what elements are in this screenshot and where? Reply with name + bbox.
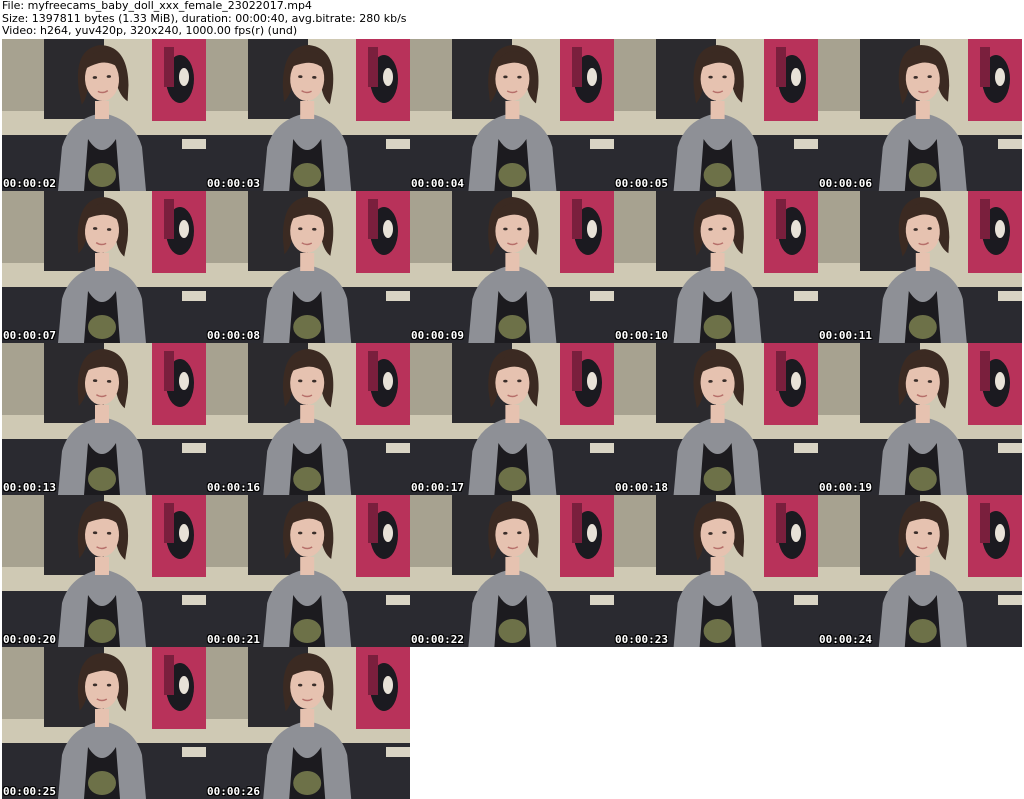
video-frame-thumbnail[interactable]: 00:00:25 bbox=[2, 647, 206, 799]
frame-image bbox=[206, 39, 410, 191]
frame-image bbox=[2, 39, 206, 191]
frame-image bbox=[818, 495, 1022, 647]
video-frame-thumbnail[interactable]: 00:00:10 bbox=[614, 191, 818, 343]
frame-image bbox=[410, 495, 614, 647]
frame-timestamp: 00:00:23 bbox=[615, 633, 668, 646]
frame-image bbox=[206, 647, 410, 799]
frame-timestamp: 00:00:16 bbox=[207, 481, 260, 494]
video-frame-thumbnail[interactable]: 00:00:08 bbox=[206, 191, 410, 343]
frame-timestamp: 00:00:18 bbox=[615, 481, 668, 494]
video-frame-thumbnail[interactable]: 00:00:11 bbox=[818, 191, 1022, 343]
frame-timestamp: 00:00:26 bbox=[207, 785, 260, 798]
video-frame-thumbnail[interactable]: 00:00:24 bbox=[818, 495, 1022, 647]
video-frame-thumbnail[interactable]: 00:00:26 bbox=[206, 647, 410, 799]
video-frame-thumbnail[interactable]: 00:00:04 bbox=[410, 39, 614, 191]
frame-image bbox=[410, 191, 614, 343]
frame-image bbox=[2, 647, 206, 799]
frame-image bbox=[2, 191, 206, 343]
video-frame-thumbnail[interactable]: 00:00:07 bbox=[2, 191, 206, 343]
frame-image bbox=[614, 343, 818, 495]
frame-timestamp: 00:00:04 bbox=[411, 177, 464, 190]
frame-image bbox=[614, 39, 818, 191]
frame-image bbox=[614, 191, 818, 343]
frame-image bbox=[818, 343, 1022, 495]
frame-image bbox=[410, 39, 614, 191]
video-frame-thumbnail[interactable]: 00:00:18 bbox=[614, 343, 818, 495]
frame-image bbox=[818, 39, 1022, 191]
frame-timestamp: 00:00:03 bbox=[207, 177, 260, 190]
frame-timestamp: 00:00:09 bbox=[411, 329, 464, 342]
video-frame-thumbnail[interactable]: 00:00:20 bbox=[2, 495, 206, 647]
frame-image bbox=[206, 495, 410, 647]
video-info-line: Video: h264, yuv420p, 320x240, 1000.00 f… bbox=[2, 24, 298, 37]
video-frame-thumbnail[interactable]: 00:00:17 bbox=[410, 343, 614, 495]
frame-timestamp: 00:00:11 bbox=[819, 329, 872, 342]
video-frame-thumbnail[interactable]: 00:00:06 bbox=[818, 39, 1022, 191]
frame-timestamp: 00:00:05 bbox=[615, 177, 668, 190]
video-frame-thumbnail[interactable]: 00:00:16 bbox=[206, 343, 410, 495]
frame-image bbox=[2, 495, 206, 647]
file-info-header: File: myfreecams_baby_doll_xxx_female_23… bbox=[2, 0, 1022, 38]
frame-timestamp: 00:00:06 bbox=[819, 177, 872, 190]
frame-timestamp: 00:00:25 bbox=[3, 785, 56, 798]
video-frame-thumbnail[interactable]: 00:00:05 bbox=[614, 39, 818, 191]
video-frame-thumbnail[interactable]: 00:00:09 bbox=[410, 191, 614, 343]
frame-timestamp: 00:00:21 bbox=[207, 633, 260, 646]
frame-image bbox=[410, 343, 614, 495]
video-frame-thumbnail[interactable]: 00:00:21 bbox=[206, 495, 410, 647]
frame-timestamp: 00:00:19 bbox=[819, 481, 872, 494]
frame-timestamp: 00:00:24 bbox=[819, 633, 872, 646]
frame-timestamp: 00:00:10 bbox=[615, 329, 668, 342]
video-frame-thumbnail[interactable]: 00:00:19 bbox=[818, 343, 1022, 495]
frame-timestamp: 00:00:22 bbox=[411, 633, 464, 646]
file-name-line: File: myfreecams_baby_doll_xxx_female_23… bbox=[2, 0, 312, 12]
frame-timestamp: 00:00:08 bbox=[207, 329, 260, 342]
frame-image bbox=[2, 343, 206, 495]
frame-image bbox=[818, 191, 1022, 343]
video-frame-thumbnail[interactable]: 00:00:02 bbox=[2, 39, 206, 191]
video-frame-thumbnail[interactable]: 00:00:23 bbox=[614, 495, 818, 647]
frame-image bbox=[206, 343, 410, 495]
video-frame-thumbnail[interactable]: 00:00:03 bbox=[206, 39, 410, 191]
frame-image bbox=[206, 191, 410, 343]
frame-timestamp: 00:00:13 bbox=[3, 481, 56, 494]
frame-timestamp: 00:00:07 bbox=[3, 329, 56, 342]
thumbnail-grid: 00:00:02 00:00:03 00:00:04 00:00:05 00:0… bbox=[2, 39, 1022, 799]
frame-image bbox=[614, 495, 818, 647]
video-frame-thumbnail[interactable]: 00:00:13 bbox=[2, 343, 206, 495]
frame-timestamp: 00:00:02 bbox=[3, 177, 56, 190]
frame-timestamp: 00:00:17 bbox=[411, 481, 464, 494]
video-frame-thumbnail[interactable]: 00:00:22 bbox=[410, 495, 614, 647]
frame-timestamp: 00:00:20 bbox=[3, 633, 56, 646]
